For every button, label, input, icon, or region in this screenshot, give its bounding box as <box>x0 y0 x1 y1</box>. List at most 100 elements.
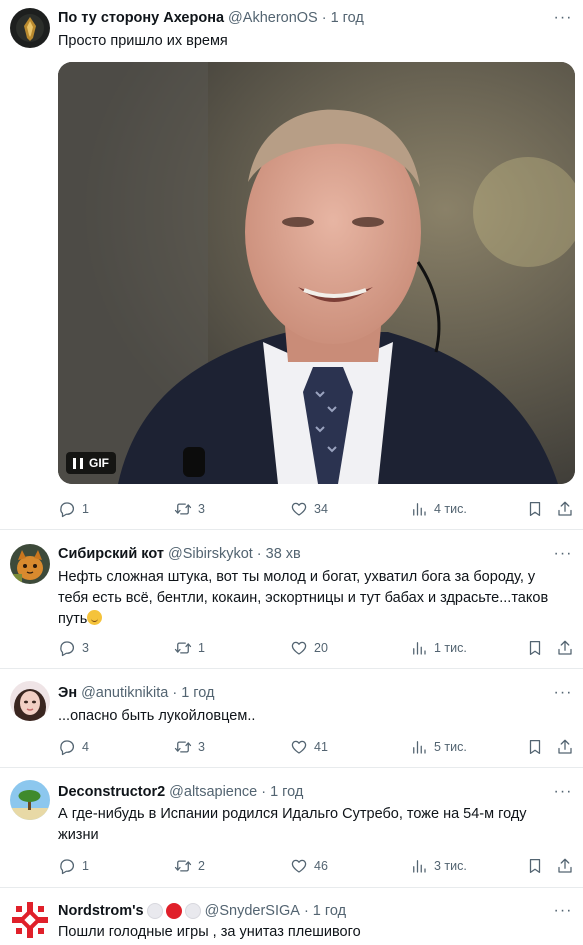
author-name[interactable]: Nordstrom's <box>58 903 144 919</box>
tweet-text: Нефть сложная штука, вот ты молод и бога… <box>58 567 563 630</box>
reply-icon <box>58 639 76 657</box>
gif-badge[interactable]: GIF <box>66 452 116 474</box>
share-icon <box>556 738 574 756</box>
author-name[interactable]: По ту сторону Ахерона <box>58 10 224 26</box>
like-count: 41 <box>314 740 328 754</box>
tweet-text-body: Нефть сложная штука, вот ты молод и бога… <box>58 569 549 627</box>
separator: · <box>303 903 309 919</box>
views-count: 5 тис. <box>434 740 467 754</box>
views-count: 4 тис. <box>434 502 467 516</box>
white-circle-icon <box>184 903 201 919</box>
share-icon <box>556 639 574 657</box>
retweet-button[interactable]: 2 <box>174 855 205 877</box>
timestamp[interactable]: 1 год <box>331 10 364 26</box>
author-handle[interactable]: @anutiknikita <box>81 685 168 701</box>
like-count: 20 <box>314 641 328 655</box>
separator: · <box>261 784 267 800</box>
more-icon[interactable]: ··· <box>553 901 573 921</box>
retweet-count: 2 <box>198 859 205 873</box>
reply-icon <box>58 500 76 518</box>
views-icon <box>410 500 428 518</box>
retweet-count: 1 <box>198 641 205 655</box>
views-button[interactable]: 5 тис. <box>410 736 467 758</box>
bookmark-button[interactable] <box>526 637 544 659</box>
reply-button[interactable]: 1 <box>58 498 89 520</box>
retweet-button[interactable]: 3 <box>174 736 205 758</box>
views-count: 3 тис. <box>434 859 467 873</box>
separator: · <box>172 685 178 701</box>
bookmark-icon <box>526 738 544 756</box>
share-button[interactable] <box>556 736 574 758</box>
timestamp[interactable]: 1 год <box>181 685 214 701</box>
author-handle[interactable]: @Sibirskykot <box>168 546 253 562</box>
author-name[interactable]: Сибирский кот <box>58 546 164 562</box>
more-icon[interactable]: ··· <box>553 8 573 28</box>
reply-icon <box>58 857 76 875</box>
bookmark-button[interactable] <box>526 855 544 877</box>
views-count: 1 тис. <box>434 641 467 655</box>
avatar[interactable] <box>10 900 50 940</box>
timestamp[interactable]: 1 год <box>313 903 346 919</box>
retweet-icon <box>174 639 192 657</box>
more-icon[interactable]: ··· <box>553 683 573 703</box>
bookmark-icon <box>526 857 544 875</box>
bookmark-button[interactable] <box>526 736 544 758</box>
views-button[interactable]: 4 тис. <box>410 498 467 520</box>
gif-media[interactable]: GIF <box>58 62 575 484</box>
like-icon <box>290 639 308 657</box>
avatar[interactable] <box>10 8 50 48</box>
reply-button[interactable]: 4 <box>58 736 89 758</box>
tweet-1[interactable]: По ту сторону Ахерона @AkheronOS · 1 год… <box>0 0 583 530</box>
like-button[interactable]: 20 <box>290 637 328 659</box>
action-bar: 4 3 41 5 тис. <box>58 736 573 758</box>
author-name[interactable]: Deconstructor2 <box>58 784 165 800</box>
bookmark-icon <box>526 639 544 657</box>
tweet-5[interactable]: Nordstrom's @SnyderSIGA · 1 год ··· Пошл… <box>0 888 583 945</box>
relieved-emoji-icon <box>87 610 103 625</box>
like-button[interactable]: 46 <box>290 855 328 877</box>
reply-icon <box>58 738 76 756</box>
reply-button[interactable]: 1 <box>58 855 89 877</box>
like-count: 34 <box>314 502 328 516</box>
separator: · <box>321 10 327 26</box>
avatar[interactable] <box>10 780 50 820</box>
reply-count: 1 <box>82 502 89 516</box>
author-handle[interactable]: @SnyderSIGA <box>205 903 300 919</box>
reply-button[interactable]: 3 <box>58 637 89 659</box>
action-bar: 1 3 34 4 тис. <box>58 498 573 520</box>
pause-icon[interactable] <box>73 457 83 469</box>
retweet-count: 3 <box>198 502 205 516</box>
tweet-3[interactable]: Эн @anutiknikita · 1 год ··· ...опасно б… <box>0 669 583 768</box>
author-handle[interactable]: @altsapience <box>169 784 257 800</box>
share-button[interactable] <box>556 855 574 877</box>
views-button[interactable]: 1 тис. <box>410 637 467 659</box>
timestamp[interactable]: 1 год <box>270 784 303 800</box>
more-icon[interactable]: ··· <box>553 544 573 564</box>
tweet-text: ...опасно быть лукойловцем.. <box>58 708 256 724</box>
author-handle[interactable]: @AkheronOS <box>228 10 318 26</box>
white-circle-icon <box>146 903 163 919</box>
like-icon <box>290 857 308 875</box>
bookmark-button[interactable] <box>526 498 544 520</box>
like-button[interactable]: 34 <box>290 498 328 520</box>
reply-count: 4 <box>82 740 89 754</box>
separator: · <box>256 546 262 562</box>
avatar[interactable] <box>10 544 50 584</box>
tweet-2[interactable]: Сибирский кот @Sibirskykot · 38 хв ··· Н… <box>0 530 583 669</box>
avatar[interactable] <box>10 681 50 721</box>
more-icon[interactable]: ··· <box>553 782 573 802</box>
timestamp[interactable]: 38 хв <box>266 546 301 562</box>
like-button[interactable]: 41 <box>290 736 328 758</box>
retweet-button[interactable]: 1 <box>174 637 205 659</box>
views-button[interactable]: 3 тис. <box>410 855 467 877</box>
tweet-4[interactable]: Deconstructor2 @altsapience · 1 год ··· … <box>0 768 583 888</box>
share-button[interactable] <box>556 498 574 520</box>
action-bar: 1 2 46 3 тис. <box>58 855 573 877</box>
author-name[interactable]: Эн <box>58 685 77 701</box>
retweet-icon <box>174 500 192 518</box>
share-button[interactable] <box>556 637 574 659</box>
like-icon <box>290 738 308 756</box>
tweet-text: Просто пришло их время <box>58 33 228 49</box>
retweet-button[interactable]: 3 <box>174 498 205 520</box>
retweet-count: 3 <box>198 740 205 754</box>
